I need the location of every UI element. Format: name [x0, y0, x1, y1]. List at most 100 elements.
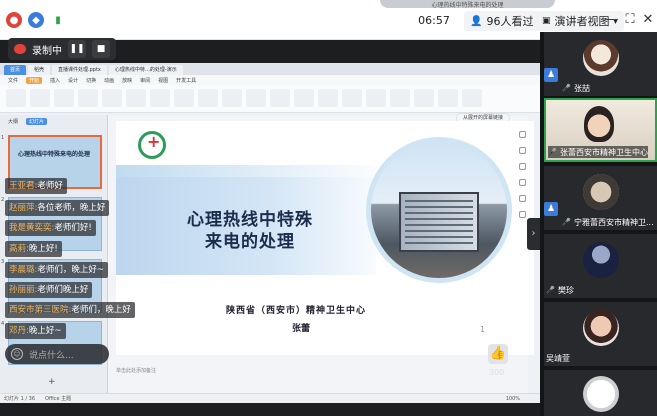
participant-label: 吴靖萱 — [546, 352, 570, 364]
menu-item-insert[interactable]: 插入 — [50, 77, 60, 84]
zoom-level[interactable]: 100% — [506, 396, 520, 402]
menu-bar: 文件 开始 插入 设计 切换 动画 放映 审阅 视图 开发工具 — [0, 75, 540, 85]
ribbon-button[interactable] — [438, 89, 458, 107]
ribbon-button[interactable] — [126, 89, 146, 107]
minimize-icon[interactable]: — — [604, 12, 620, 28]
like-count: 300 — [489, 368, 505, 377]
like-icon[interactable]: 👍 — [488, 344, 508, 364]
emoji-icon[interactable]: ☺ — [11, 348, 23, 360]
ribbon-button[interactable] — [222, 89, 242, 107]
participant-tile[interactable]: 🎤 樊珍 — [544, 234, 657, 298]
tab-outline[interactable]: 大纲 — [8, 118, 18, 125]
record-dot-icon: ● — [6, 12, 22, 28]
ribbon-button[interactable] — [390, 89, 410, 107]
ribbon-button[interactable] — [78, 89, 98, 107]
system-tray: ● ◆ ▮ — [6, 12, 66, 28]
cloud-record-icon — [14, 44, 26, 54]
ribbon-button[interactable] — [54, 89, 74, 107]
viewers-badge[interactable]: 👤 96人看过 — [464, 11, 540, 31]
collapse-panel-button[interactable]: › — [527, 218, 540, 250]
side-tool-icon[interactable] — [518, 147, 526, 154]
slide-count: 幻灯片 1 / 36 — [4, 396, 35, 402]
side-tool-icon[interactable] — [518, 131, 526, 138]
chat-sender: 孙丽丽: — [9, 285, 38, 295]
menu-item-home[interactable]: 开始 — [26, 76, 43, 84]
menu-item-slideshow[interactable]: 放映 — [122, 77, 132, 84]
ribbon-button[interactable] — [318, 89, 338, 107]
ribbon-button[interactable] — [174, 89, 194, 107]
participant-tile[interactable]: ♟ 🎤 宁雅蕾西安市精神卫... — [544, 166, 657, 230]
avatar — [583, 376, 619, 412]
side-tool-icon[interactable] — [518, 195, 526, 202]
ribbon-button[interactable] — [246, 89, 266, 107]
ribbon-button[interactable] — [342, 89, 362, 107]
slide-organization: 陕西省（西安市）精神卫生中心 — [226, 306, 367, 316]
participant-name: 樊珍 — [558, 285, 574, 295]
building-shape — [399, 192, 479, 252]
stop-button[interactable]: ■ — [92, 40, 110, 58]
participant-tile-active[interactable]: 🎤 张蕾西安市精神卫生中心 — [544, 98, 657, 162]
pause-button[interactable]: ❚❚ — [68, 40, 86, 58]
fullscreen-icon[interactable]: ⛶ — [622, 12, 638, 28]
menu-item-design[interactable]: 设计 — [68, 77, 78, 84]
notes-placeholder[interactable]: 单击此处添加备注 — [116, 367, 156, 374]
layout-icon: ▣ — [542, 16, 551, 26]
user-icon: ♟ — [544, 202, 558, 216]
chat-sender: 我是黄奕奕: — [9, 223, 55, 233]
menu-item-transition[interactable]: 切换 — [86, 77, 96, 84]
chat-input[interactable]: ☺ 说点什么... — [5, 344, 109, 364]
avatar — [583, 242, 619, 278]
ribbon-button[interactable] — [102, 89, 122, 107]
mic-muted-icon: 🎤 — [562, 83, 571, 92]
chat-text: 各位老师，晚上好 — [37, 203, 106, 213]
mic-muted-icon: 🎤 — [562, 217, 571, 226]
menu-item-review[interactable]: 审阅 — [140, 77, 150, 84]
app-tabs: 首页 稻壳 直播课件处理.pptx 心理热线中特…的处理-演示 — [0, 63, 540, 75]
status-bar: 幻灯片 1 / 36 Office 主题 100% — [0, 393, 540, 403]
chat-text: 晚上好! — [28, 244, 58, 254]
ribbon-button[interactable] — [6, 89, 26, 107]
ribbon-button[interactable] — [294, 89, 314, 107]
ribbon-button[interactable] — [366, 89, 386, 107]
close-icon[interactable]: ✕ — [640, 12, 656, 28]
ribbon-button[interactable] — [462, 89, 482, 107]
chat-message: 高莉:晚上好! — [5, 241, 62, 257]
menu-item-developer[interactable]: 开发工具 — [176, 77, 196, 84]
tab-file-1[interactable]: 直播课件处理.pptx — [52, 65, 107, 75]
menu-item-animation[interactable]: 动画 — [104, 77, 114, 84]
tab-docer[interactable]: 稻壳 — [28, 65, 51, 75]
participant-label: 🎤 张喆 — [562, 82, 590, 94]
shield-icon: ◆ — [28, 12, 44, 28]
tab-home[interactable]: 首页 — [4, 65, 27, 75]
participant-tile[interactable] — [544, 370, 657, 416]
tab-file-2[interactable]: 心理热线中特…的处理-演示 — [108, 65, 183, 75]
participant-label: 🎤 张蕾西安市精神卫生中心 — [548, 146, 648, 158]
notification-banner: 心理热线中特殊来电的处理 — [380, 0, 555, 8]
side-tool-icon[interactable] — [518, 211, 526, 218]
side-tool-icon[interactable] — [518, 163, 526, 170]
participant-name: 张蕾西安市精神卫生中心 — [560, 147, 648, 157]
add-slide-icon[interactable]: + — [48, 377, 56, 387]
chat-text: 老师们好! — [54, 223, 92, 233]
slide-title-line-1: 心理热线中特殊 — [187, 210, 313, 230]
ribbon-button[interactable] — [198, 89, 218, 107]
slide-title-line-2: 来电的处理 — [205, 232, 295, 252]
menu-item-view[interactable]: 视图 — [158, 77, 168, 84]
avatar — [583, 310, 619, 346]
ribbon-button[interactable] — [30, 89, 50, 107]
ribbon-button[interactable] — [150, 89, 170, 107]
theme-name: Office 主题 — [45, 396, 72, 402]
ribbon-button[interactable] — [270, 89, 290, 107]
chat-message: 李晨璐:老师们，晚上好~ — [5, 262, 108, 278]
speaker-face — [584, 106, 614, 142]
side-tool-icon[interactable] — [518, 179, 526, 186]
slide-side-toolbar — [516, 131, 528, 218]
ribbon-button[interactable] — [414, 89, 434, 107]
ribbon-toolbar — [0, 85, 540, 113]
menu-item-file[interactable]: 文件 — [8, 77, 18, 84]
participant-tile[interactable]: 吴靖萱 — [544, 302, 657, 366]
chat-message: 孙丽丽:老师们晚上好 — [5, 282, 93, 298]
participant-tile[interactable]: ♟ 🎤 张喆 — [544, 32, 657, 96]
slide-title: 心理热线中特殊 来电的处理 — [160, 209, 340, 253]
tab-slides[interactable]: 幻灯片 — [26, 118, 48, 125]
